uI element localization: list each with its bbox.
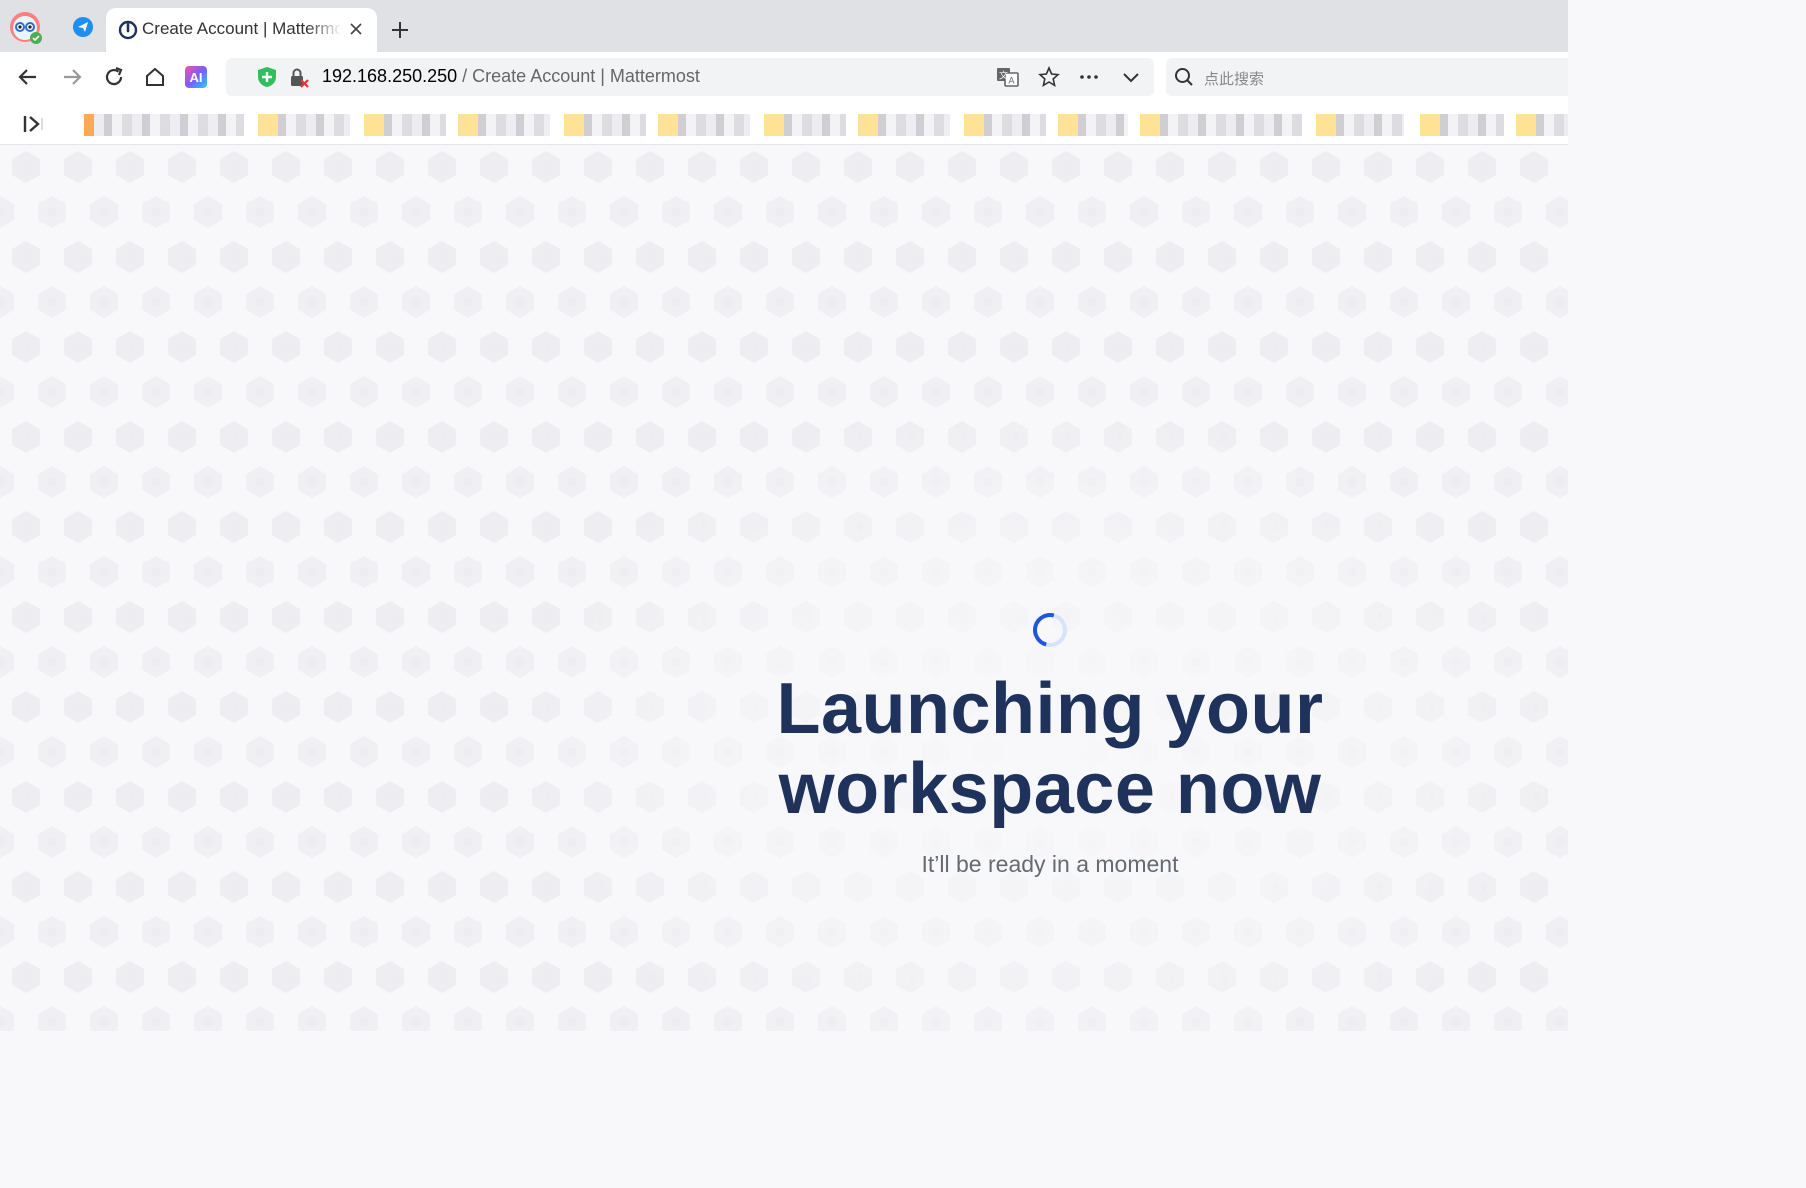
security-shield-icon[interactable] bbox=[256, 66, 278, 93]
url-text[interactable]: 192.168.250.250 / Create Account | Matte… bbox=[322, 66, 700, 87]
url-separator: / bbox=[457, 66, 473, 86]
translate-icon[interactable]: 文A bbox=[996, 66, 1020, 93]
search-placeholder: 点此搜索 bbox=[1204, 71, 1265, 88]
url-page-title: Create Account | Mattermost bbox=[472, 66, 700, 86]
chevron-down-icon[interactable] bbox=[1120, 66, 1142, 93]
bookmark-item[interactable] bbox=[1140, 114, 1302, 136]
bookmark-item[interactable] bbox=[964, 114, 1046, 136]
tab-title: Create Account | Mattermost bbox=[142, 19, 342, 38]
bookmark-item[interactable] bbox=[364, 114, 446, 136]
sidebar-toggle-icon[interactable] bbox=[22, 114, 48, 139]
tab-create-account[interactable]: Create Account | Mattermost bbox=[106, 8, 377, 52]
page-subtitle: It’ll be ready in a moment bbox=[921, 851, 1179, 877]
page-content: Launching your workspace now It’ll be re… bbox=[0, 145, 1568, 1031]
browser-tab-strip: Create Account | Mattermost bbox=[0, 0, 1568, 52]
bookmark-item[interactable] bbox=[858, 114, 950, 136]
bookmark-item[interactable] bbox=[458, 114, 550, 136]
headline-line-2: workspace now bbox=[778, 749, 1322, 829]
browser-toolbar: AI 192.168.250.250 / Create Account | Ma… bbox=[0, 52, 1568, 102]
search-box[interactable]: 点此搜索 bbox=[1166, 58, 1568, 96]
url-host: 192.168.250.250 bbox=[322, 66, 458, 86]
bookmark-item[interactable] bbox=[1058, 114, 1128, 136]
browser-logo-icon[interactable] bbox=[8, 10, 44, 51]
launch-panel: Launching your workspace now It’ll be re… bbox=[700, 605, 1400, 878]
bookmark-item[interactable] bbox=[564, 114, 646, 136]
ai-icon[interactable]: AI bbox=[184, 65, 208, 94]
search-icon bbox=[1174, 67, 1194, 92]
bookmark-item[interactable] bbox=[258, 114, 350, 136]
reload-icon[interactable] bbox=[102, 65, 126, 94]
bookmark-item[interactable] bbox=[1420, 114, 1504, 136]
svg-text:AI: AI bbox=[190, 70, 203, 85]
page-title: Launching your workspace now bbox=[700, 669, 1400, 829]
address-bar[interactable]: 192.168.250.250 / Create Account | Matte… bbox=[226, 58, 1154, 96]
back-icon[interactable] bbox=[16, 65, 40, 94]
bookmark-item[interactable] bbox=[84, 114, 244, 136]
home-icon[interactable] bbox=[143, 65, 167, 94]
headline-line-1: Launching your bbox=[776, 669, 1324, 749]
bookmark-item[interactable] bbox=[1516, 114, 1568, 136]
forward-icon[interactable] bbox=[60, 65, 84, 94]
bookmarks-bar bbox=[0, 102, 1568, 145]
svg-text:文: 文 bbox=[999, 70, 1008, 82]
insecure-lock-icon[interactable] bbox=[288, 67, 310, 94]
pinned-tab-telegram-icon[interactable] bbox=[72, 16, 94, 43]
tab-close-icon[interactable] bbox=[348, 21, 364, 42]
more-icon[interactable] bbox=[1078, 66, 1100, 93]
bookmark-item[interactable] bbox=[764, 114, 846, 136]
bookmark-item[interactable] bbox=[1316, 114, 1404, 136]
background-fade bbox=[0, 145, 1568, 1031]
new-tab-plus-icon[interactable] bbox=[390, 20, 410, 45]
bookmark-item[interactable] bbox=[658, 114, 750, 136]
loading-spinner-icon bbox=[1026, 606, 1074, 654]
svg-text:A: A bbox=[1008, 77, 1015, 87]
bookmark-star-icon[interactable] bbox=[1038, 65, 1060, 93]
mattermost-favicon-icon bbox=[118, 20, 138, 45]
